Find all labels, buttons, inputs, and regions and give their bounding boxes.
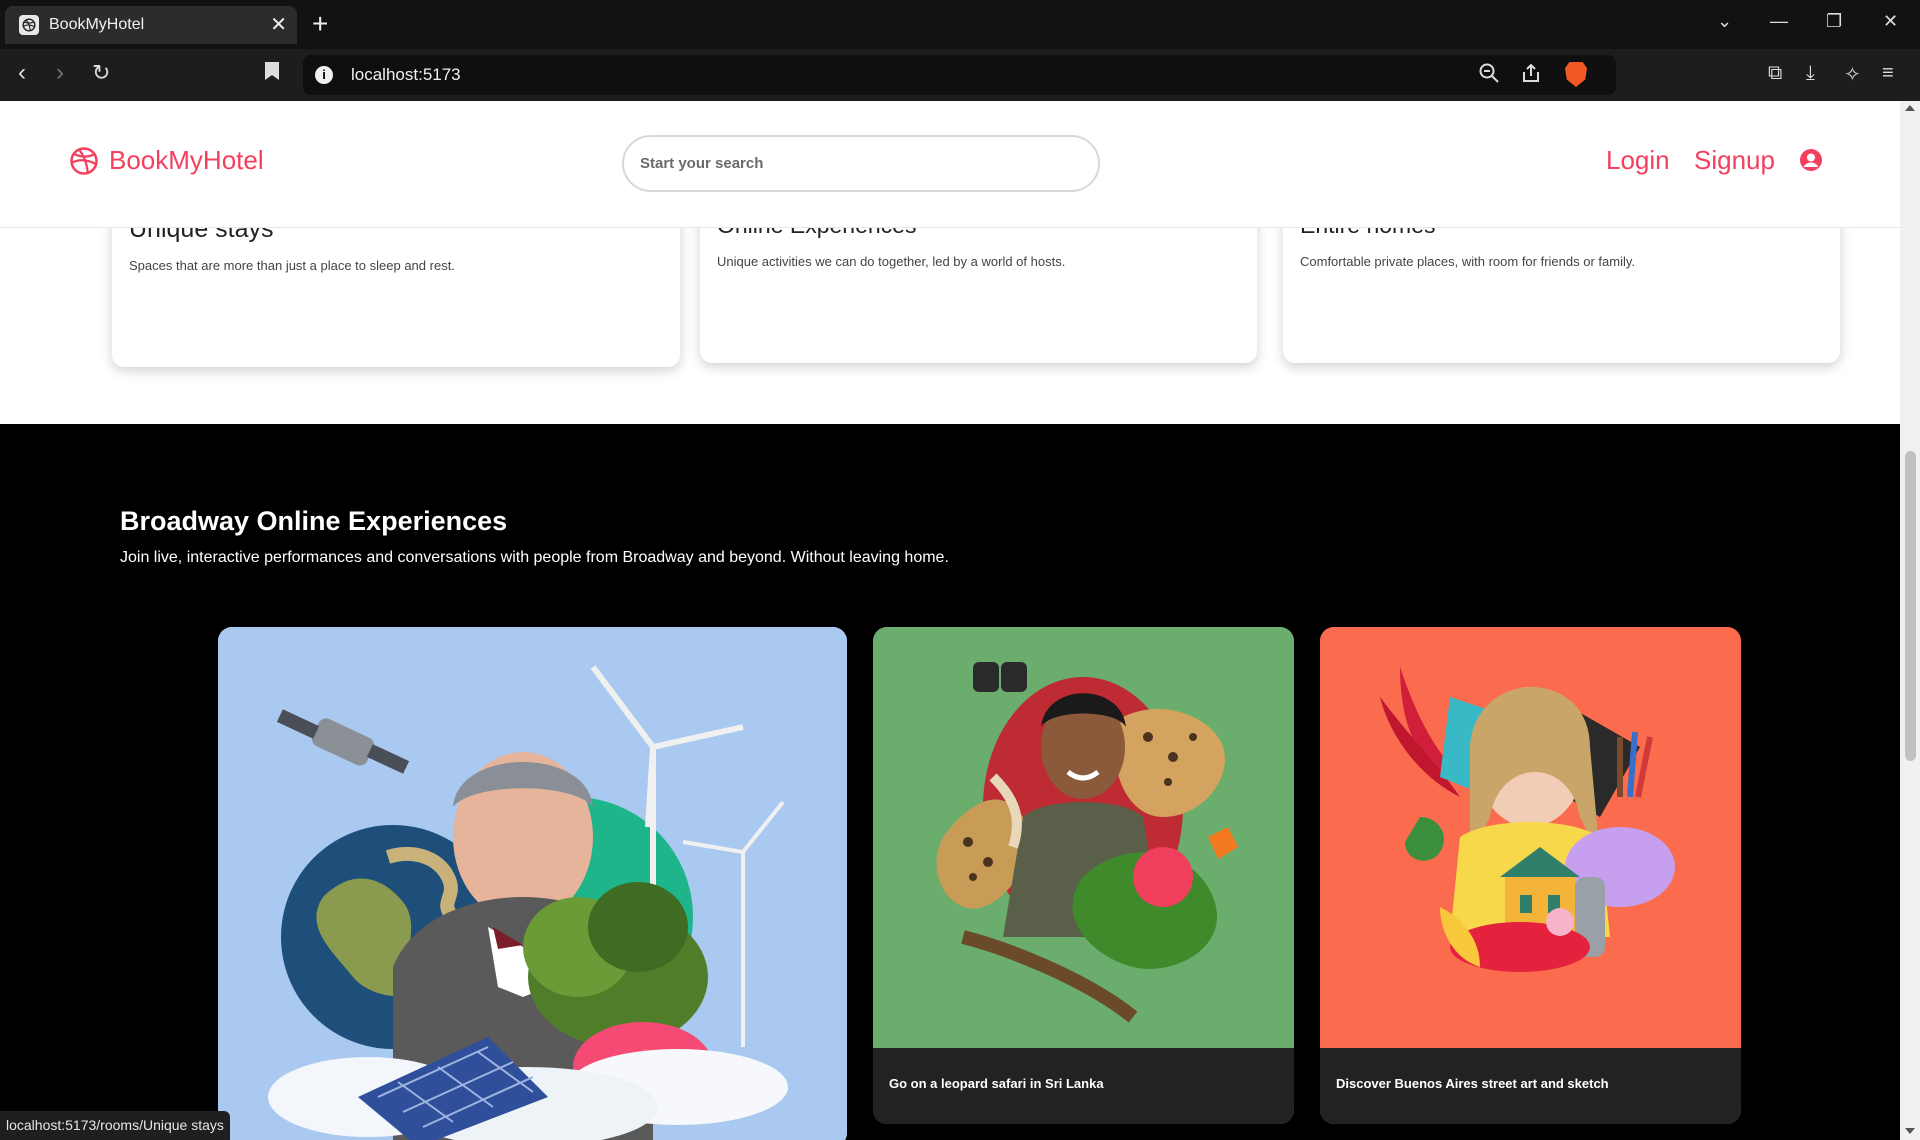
- page-viewport: BookMyHotel Login Signup Unique stays Sp…: [0, 101, 1900, 1140]
- scroll-down-arrow-icon[interactable]: [1905, 1128, 1915, 1134]
- restore-icon[interactable]: ❐: [1826, 11, 1842, 32]
- section-subtitle: Join live, interactive performances and …: [120, 549, 949, 566]
- browser-toolbar: ‹ › ↻ i localhost:5173 ⧉ ⤓ ✧ ≡: [0, 49, 1920, 101]
- dribbble-favicon-icon: [19, 15, 39, 35]
- download-icon[interactable]: ⤓: [1806, 62, 1815, 85]
- brave-shield-icon[interactable]: [1565, 62, 1587, 87]
- browser-tab[interactable]: BookMyHotel ✕: [5, 6, 297, 44]
- experience-illustration: [218, 627, 847, 1140]
- scrollbar-thumb[interactable]: [1905, 451, 1916, 761]
- browser-tab-bar: BookMyHotel ✕ + ⌄ — ❐ ✕: [0, 0, 1920, 49]
- share-icon[interactable]: [1521, 63, 1541, 89]
- dribbble-logo-icon: [70, 146, 98, 175]
- page-scrollbar[interactable]: [1900, 101, 1920, 1140]
- tab-title: BookMyHotel: [49, 16, 145, 33]
- category-description: Comfortable private places, with room fo…: [1300, 254, 1635, 269]
- close-window-icon[interactable]: ✕: [1883, 11, 1898, 32]
- section-title: Broadway Online Experiences: [120, 506, 508, 536]
- category-description: Unique activities we can do together, le…: [717, 254, 1066, 269]
- experience-illustration: [873, 627, 1294, 1048]
- extensions-icon[interactable]: ⧉: [1768, 62, 1782, 85]
- broadway-section: Broadway Online Experiences Join live, i…: [0, 424, 1900, 1140]
- address-bar[interactable]: i localhost:5173: [303, 55, 1616, 95]
- user-avatar-icon[interactable]: [1799, 148, 1823, 172]
- link-status-bar: localhost:5173/rooms/Unique stays: [0, 1111, 230, 1140]
- experience-caption: Go on a leopard safari in Sri Lanka: [873, 1048, 1294, 1124]
- bookmark-icon[interactable]: [264, 61, 280, 87]
- back-icon[interactable]: ‹: [18, 61, 26, 85]
- brand-logo[interactable]: BookMyHotel: [69, 145, 264, 176]
- minimize-icon[interactable]: —: [1770, 11, 1788, 32]
- category-description: Spaces that are more than just a place t…: [129, 258, 455, 273]
- site-header: BookMyHotel Login Signup: [0, 101, 1900, 228]
- experience-card-street-art[interactable]: Discover Buenos Aires street art and ske…: [1320, 627, 1741, 1124]
- url-text: localhost:5173: [351, 65, 461, 84]
- brand-name: BookMyHotel: [109, 145, 264, 175]
- reload-icon[interactable]: ↻: [92, 61, 110, 85]
- experience-card-science[interactable]: [218, 627, 847, 1140]
- close-tab-icon[interactable]: ✕: [270, 15, 287, 35]
- signup-link[interactable]: Signup: [1694, 145, 1775, 176]
- experience-caption: Discover Buenos Aires street art and ske…: [1320, 1048, 1741, 1124]
- leo-ai-icon[interactable]: ✧: [1844, 62, 1861, 87]
- search-input[interactable]: [622, 135, 1100, 192]
- experience-illustration: [1320, 627, 1741, 1048]
- login-link[interactable]: Login: [1606, 145, 1670, 176]
- tab-search-icon[interactable]: ⌄: [1717, 11, 1732, 32]
- scroll-up-arrow-icon[interactable]: [1905, 105, 1915, 111]
- new-tab-icon[interactable]: +: [312, 10, 328, 38]
- menu-icon[interactable]: ≡: [1882, 62, 1894, 85]
- zoom-icon[interactable]: [1479, 63, 1499, 89]
- forward-icon[interactable]: ›: [56, 61, 64, 85]
- experience-card-leopard-safari[interactable]: Go on a leopard safari in Sri Lanka: [873, 627, 1294, 1124]
- site-info-icon[interactable]: i: [315, 66, 333, 84]
